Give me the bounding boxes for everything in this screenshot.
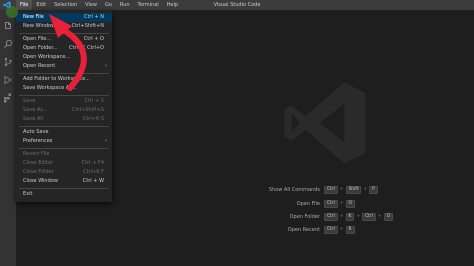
menu-separator [19,126,109,127]
menu-item-shortcut: Ctrl + W [82,178,104,184]
menu-item-add-folder-to-workspace[interactable]: Add Folder to Workspace... [16,75,112,84]
shortcut-label: Open File [296,201,320,207]
menu-help[interactable]: Help [163,0,182,10]
menu-item-shortcut: Ctrl+K F [83,169,104,175]
menu-item-close-folder[interactable]: Close Folder Ctrl+K F [16,168,112,177]
key-cap: Ctrl [324,213,338,221]
menu-item-revert-file[interactable]: Revert File [16,150,112,159]
shortcut-label: Open Recent [287,227,320,233]
vscode-watermark-icon [284,82,366,164]
file-menu: New File Ctrl + N New Window Ctrl+Shift+… [16,10,112,202]
menu-go[interactable]: Go [101,0,116,10]
menu-item-label: Save Workspace As... [23,85,77,91]
menu-item-label: Exit [23,191,33,197]
menu-item-open-file[interactable]: Open File... Ctrl + O [16,35,112,44]
menu-separator [19,95,109,96]
menu-item-label: Save All [23,116,44,122]
menu-separator [19,148,109,149]
shortcut-label: Show All Commands [268,187,320,193]
search-icon[interactable] [3,34,13,48]
key-cap: Ctrl [362,213,376,221]
shortcut-row: Show All Commands Ctrl + Shift + P [230,186,400,194]
shortcut-label: Open Folder [289,214,320,220]
menu-item-shortcut: Ctrl + O [83,36,104,42]
key-cap: R [345,226,355,234]
menu-selection[interactable]: Selection [50,0,81,10]
menu-item-preferences[interactable]: Preferences › [16,137,112,146]
menu-item-close-editor[interactable]: Close Editor Ctrl + F4 [16,159,112,168]
key-cap: P [369,186,378,194]
menu-item-label: Open Folder... [23,45,58,51]
menu-item-exit[interactable]: Exit [16,190,112,199]
run-debug-icon[interactable] [3,70,13,85]
menu-item-shortcut: Ctrl+Shift+S [72,107,104,113]
menu-view[interactable]: View [81,0,101,10]
key-cap: O [345,200,355,208]
menu-item-shortcut: Ctrl+Shift+N [71,23,104,29]
key-cap: Shift [345,186,362,194]
menu-item-label: Revert File [23,151,50,157]
menu-item-label: Open File... [23,36,52,42]
menu-separator [19,188,109,189]
menu-item-new-window[interactable]: New Window Ctrl+Shift+N [16,22,112,31]
menu-item-shortcut: Ctrl+K Ctrl+O [69,45,104,51]
shortcut-row: Open Folder Ctrl + K + Ctrl + O [230,213,400,221]
shortcut-row: Open Recent Ctrl + R [230,226,400,234]
menu-file[interactable]: File [16,0,33,10]
menu-run[interactable]: Run [116,0,134,10]
key-cap: O [383,213,394,221]
menu-item-label: Open Recent [23,63,56,69]
menu-terminal[interactable]: Terminal [134,0,163,10]
menu-item-shortcut: Ctrl+K S [82,116,104,122]
menu-item-save-all[interactable]: Save All Ctrl+K S [16,115,112,124]
title-bar: File Edit Selection View Go Run Terminal… [0,0,474,10]
menu-item-label: Add Folder to Workspace... [23,76,91,82]
menu-item-label: Save [23,98,36,104]
menu-item-save-workspace-as[interactable]: Save Workspace As... [16,84,112,93]
menu-separator [19,33,109,34]
chevron-right-icon: › [105,63,107,69]
extensions-icon[interactable] [3,88,13,103]
menu-item-label: Open Workspace... [23,54,71,60]
cursor-highlight [6,6,18,18]
menu-bar: File Edit Selection View Go Run Terminal… [16,0,182,10]
key-cap: Ctrl [324,200,338,208]
key-cap: K [345,213,355,221]
menu-item-new-file[interactable]: New File Ctrl + N [16,13,112,22]
menu-item-label: Close Folder [23,169,54,175]
menu-item-label: Preferences [23,138,53,144]
menu-item-shortcut: Ctrl + S [84,98,104,104]
menu-item-open-workspace[interactable]: Open Workspace... [16,53,112,62]
source-control-icon[interactable] [3,52,13,67]
menu-item-label: Close Window [23,178,58,184]
menu-item-label: Save As... [23,107,48,113]
key-cap: Ctrl [324,186,338,194]
chevron-right-icon: › [105,138,107,144]
menu-separator [19,73,109,74]
menu-item-auto-save[interactable]: Auto Save [16,128,112,137]
key-cap: Ctrl [324,226,338,234]
menu-item-open-recent[interactable]: Open Recent › [16,62,112,71]
menu-item-save-as[interactable]: Save As... Ctrl+Shift+S [16,106,112,115]
menu-item-save[interactable]: Save Ctrl + S [16,97,112,106]
menu-item-shortcut: Ctrl + N [83,14,104,20]
menu-item-label: Auto Save [23,129,49,135]
menu-item-open-folder[interactable]: Open Folder... Ctrl+K Ctrl+O [16,44,112,53]
menu-item-shortcut: Ctrl + F4 [81,160,104,166]
shortcut-row: Open File Ctrl + O [230,200,400,208]
menu-edit[interactable]: Edit [32,0,50,10]
menu-item-label: New File [23,14,44,20]
menu-item-label: New Window [23,23,56,29]
menu-item-close-window[interactable]: Close Window Ctrl + W [16,177,112,186]
menu-item-label: Close Editor [23,160,54,166]
activity-bar [0,10,16,266]
